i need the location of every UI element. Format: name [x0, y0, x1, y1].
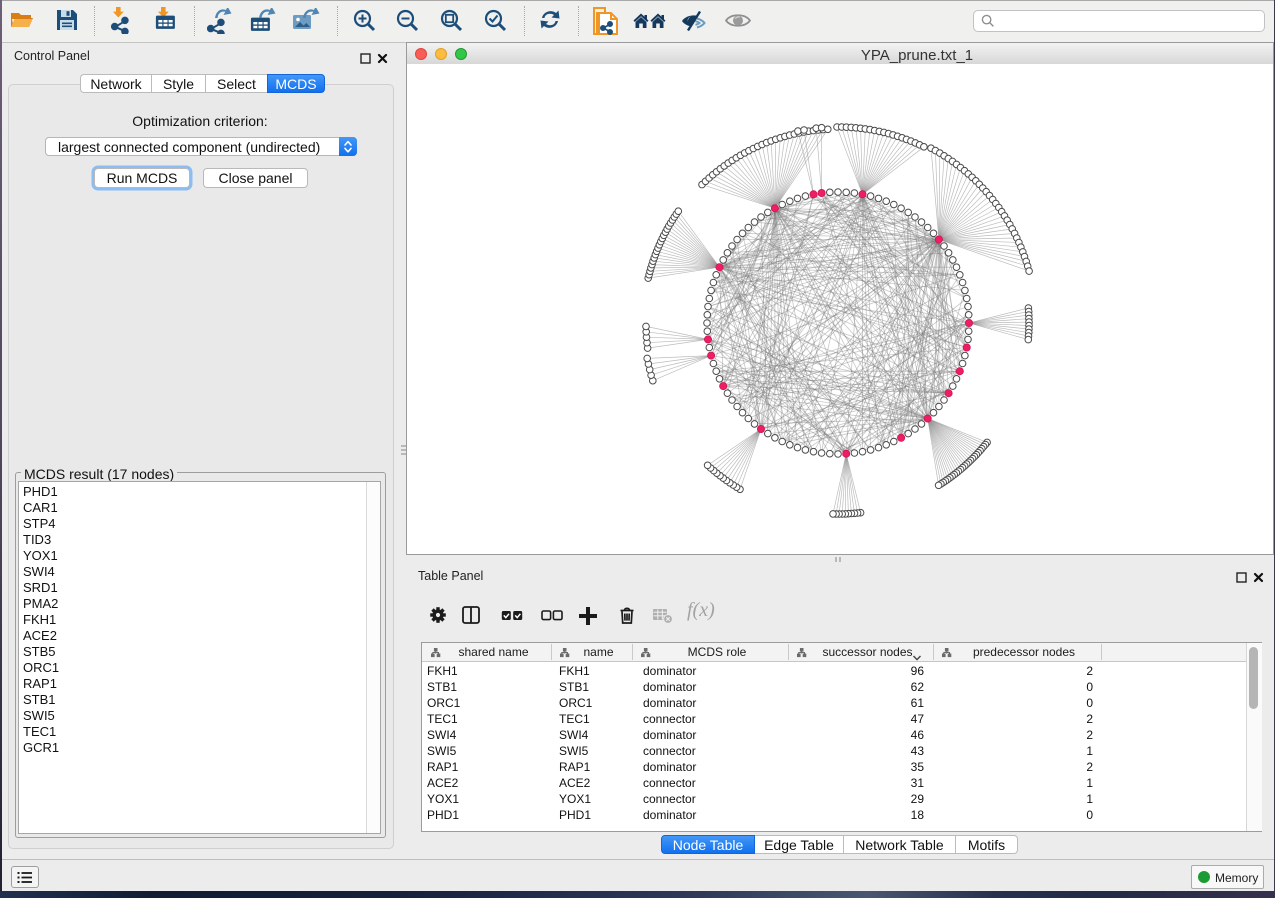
svg-text:f(x): f(x)	[687, 601, 715, 621]
